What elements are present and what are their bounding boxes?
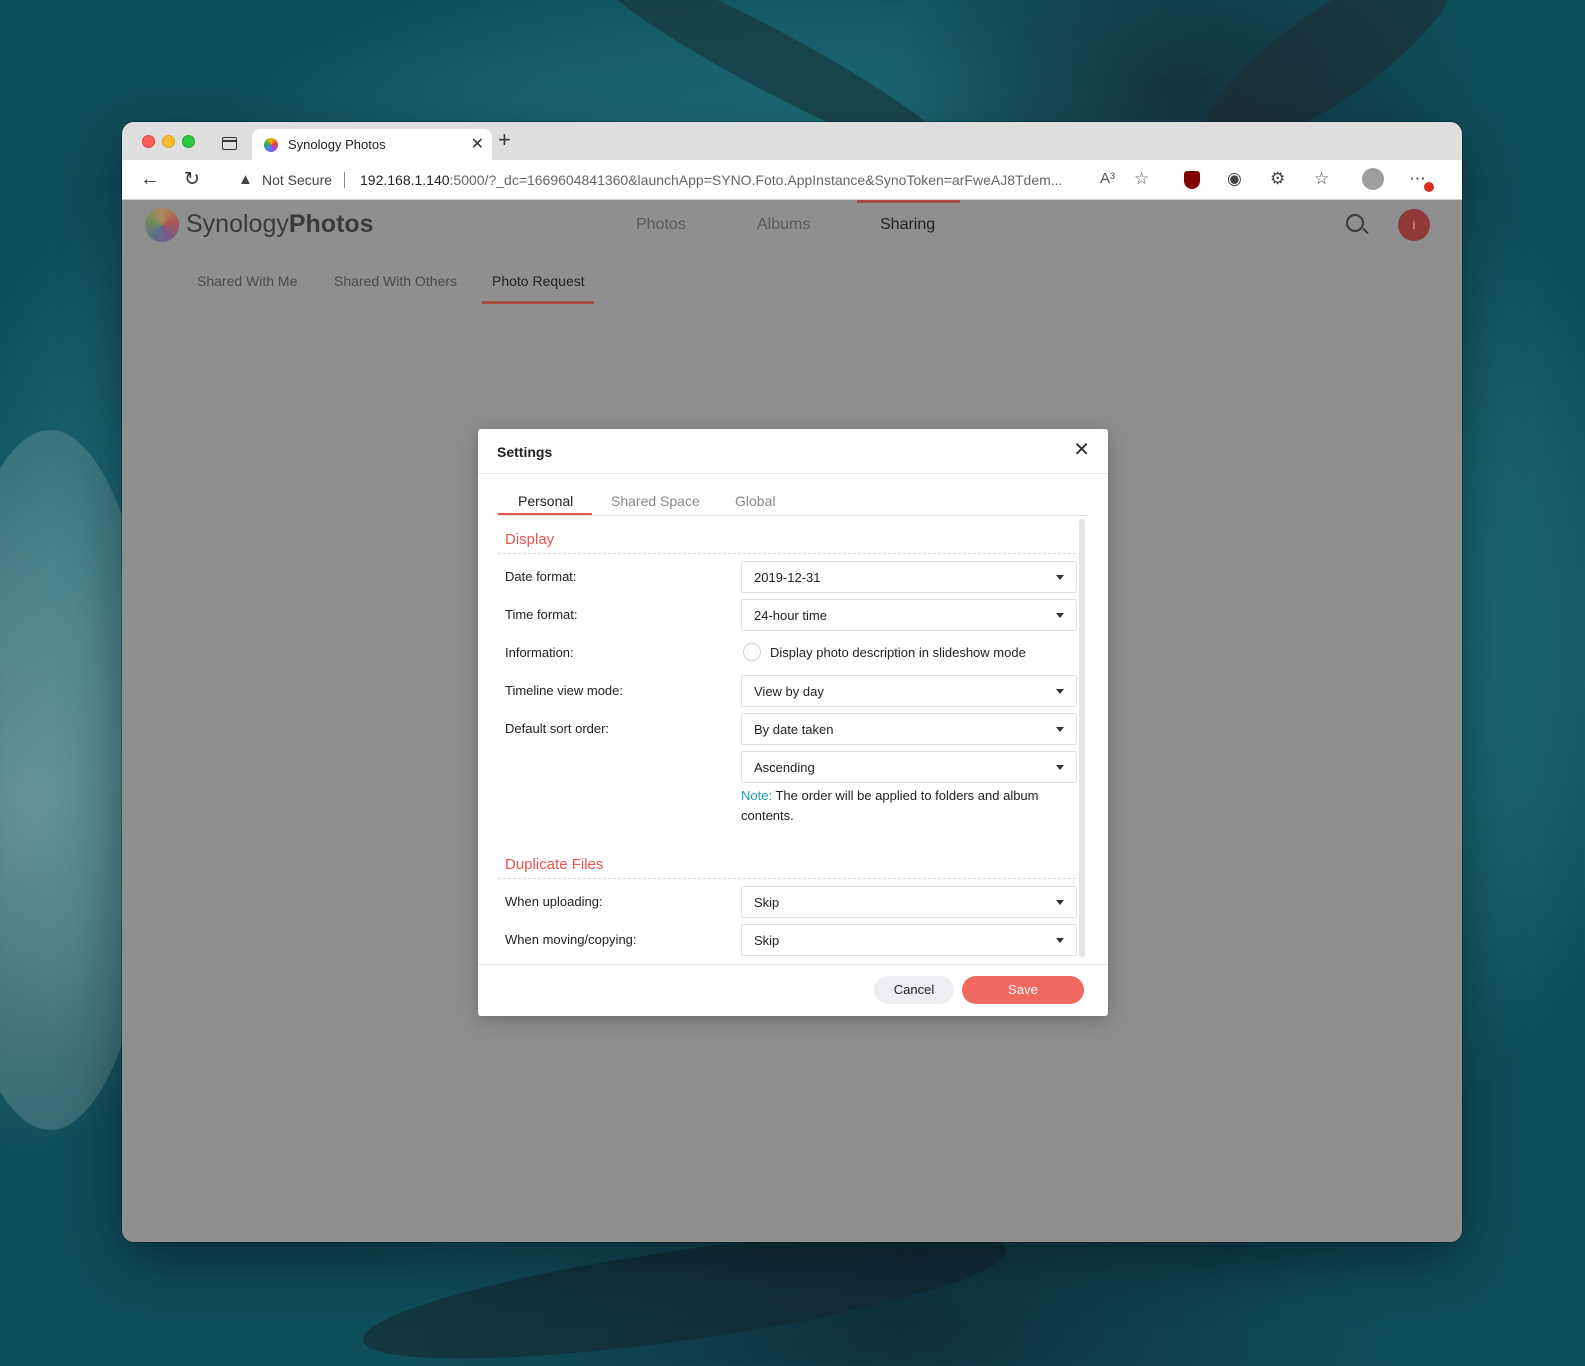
logo-text-light: Synology [186, 210, 289, 238]
time-format-value: 24-hour time [754, 608, 827, 623]
notification-badge [1424, 182, 1434, 192]
subtab-shared-with-others[interactable]: Shared With Others [334, 273, 457, 289]
avatar[interactable]: i [1398, 209, 1430, 241]
back-arrow-icon[interactable]: ← [140, 168, 160, 191]
section-title-display: Display [505, 531, 555, 548]
tab-actions-icon[interactable] [222, 137, 237, 150]
tab-global[interactable]: Global [735, 493, 775, 509]
default-sort-order-label: Default sort order: [505, 721, 610, 736]
nav-tab-albums[interactable]: Albums [757, 216, 810, 234]
time-format-select[interactable]: 24-hour time [741, 599, 1077, 631]
sort-order-note: Note: The order will be applied to folde… [741, 786, 1061, 826]
browser-tab-title: Synology Photos [288, 137, 386, 152]
when-moving-copying-label: When moving/copying: [505, 932, 637, 947]
url-host: 192.168.1.140 [360, 172, 450, 188]
app-header: SynologyPhotos Photos Albums Sharing i S… [122, 200, 1462, 310]
warning-icon: ▲ [238, 171, 253, 188]
time-format-label: Time format: [505, 607, 578, 622]
timeline-view-mode-label: Timeline view mode: [505, 683, 624, 698]
subtab-photo-request[interactable]: Photo Request [492, 273, 585, 289]
sort-direction-value: Ascending [754, 760, 815, 775]
tab-shared-space[interactable]: Shared Space [611, 493, 700, 509]
extensions-icon[interactable]: ⚙ [1270, 169, 1285, 189]
tab-strip: Synology Photos ✕ + [122, 122, 1462, 160]
section-divider [498, 553, 1076, 554]
when-moving-copying-value: Skip [754, 933, 780, 948]
tab-personal[interactable]: Personal [518, 493, 573, 509]
dialog-header-divider [478, 473, 1108, 474]
caret-down-icon [1056, 613, 1064, 618]
security-indicator[interactable]: Not Secure [262, 172, 332, 188]
sort-by-select[interactable]: By date taken [741, 713, 1077, 745]
slideshow-description-label[interactable]: Display photo description in slideshow m… [770, 645, 1026, 660]
profile-icon[interactable] [1362, 168, 1384, 190]
subtab-shared-with-me[interactable]: Shared With Me [197, 273, 297, 289]
nav-tab-sharing[interactable]: Sharing [880, 216, 935, 234]
password-manager-icon[interactable]: ◉ [1227, 169, 1242, 189]
reload-icon[interactable]: ↻ [184, 168, 200, 191]
synology-photos-favicon-icon [264, 138, 278, 152]
nav-tab-photos[interactable]: Photos [636, 216, 686, 234]
tab-bar-divider [498, 515, 1088, 516]
sort-direction-select[interactable]: Ascending [741, 751, 1077, 783]
subtab-active-indicator [482, 301, 594, 304]
dialog-scrollbar[interactable] [1079, 519, 1085, 957]
caret-down-icon [1056, 765, 1064, 770]
address-bar: ← ↻ ▲ Not Secure 192.168.1.140:5000/?_dc… [122, 160, 1462, 200]
timeline-view-mode-value: View by day [754, 684, 824, 699]
caret-down-icon [1056, 575, 1064, 580]
logo-text-bold: Photos [288, 210, 374, 238]
add-favorite-icon[interactable]: ☆ [1134, 169, 1149, 189]
dialog-title: Settings [497, 444, 553, 460]
date-format-value: 2019-12-31 [754, 570, 821, 585]
tab-active-indicator [498, 513, 592, 515]
when-uploading-label: When uploading: [505, 894, 603, 909]
when-moving-copying-select[interactable]: Skip [741, 924, 1077, 956]
url-text[interactable]: 192.168.1.140:5000/?_dc=1669604841360&la… [360, 172, 1100, 188]
close-window-button[interactable] [142, 135, 155, 148]
new-tab-button[interactable]: + [498, 128, 511, 152]
ublock-extension-icon[interactable] [1184, 171, 1200, 189]
search-icon[interactable] [1346, 214, 1364, 232]
caret-down-icon [1056, 900, 1064, 905]
caret-down-icon [1056, 689, 1064, 694]
section-divider [498, 878, 1076, 879]
caret-down-icon [1056, 938, 1064, 943]
url-separator [344, 172, 345, 188]
note-text: The order will be applied to folders and… [741, 788, 1039, 823]
sort-by-value: By date taken [754, 722, 834, 737]
when-uploading-select[interactable]: Skip [741, 886, 1077, 918]
minimize-window-button[interactable] [162, 135, 175, 148]
zoom-window-button[interactable] [182, 135, 195, 148]
cancel-button[interactable]: Cancel [874, 976, 954, 1004]
browser-tab[interactable]: Synology Photos ✕ [252, 129, 492, 160]
favorites-icon[interactable]: ☆ [1314, 169, 1329, 189]
caret-down-icon [1056, 727, 1064, 732]
app-logo-text: SynologyPhotos [186, 210, 374, 239]
section-title-duplicate-files: Duplicate Files [505, 856, 604, 873]
date-format-label: Date format: [505, 569, 577, 584]
when-uploading-value: Skip [754, 895, 780, 910]
synology-logo-icon [145, 208, 179, 242]
timeline-view-mode-select[interactable]: View by day [741, 675, 1077, 707]
close-tab-icon[interactable]: ✕ [471, 134, 484, 154]
slideshow-description-checkbox[interactable] [743, 643, 761, 661]
dialog-footer-divider [478, 964, 1108, 965]
url-path: :5000/?_dc=1669604841360&launchApp=SYNO.… [449, 172, 1063, 188]
date-format-select[interactable]: 2019-12-31 [741, 561, 1077, 593]
note-key: Note: [741, 788, 773, 803]
read-aloud-icon[interactable]: A³ [1100, 170, 1115, 187]
close-icon[interactable]: ✕ [1073, 439, 1090, 461]
settings-dialog: Settings ✕ Personal Shared Space Global … [478, 429, 1108, 1016]
save-button[interactable]: Save [962, 976, 1084, 1004]
information-label: Information: [505, 645, 574, 660]
url-field[interactable]: ▲ Not Secure 192.168.1.140:5000/?_dc=166… [222, 165, 1162, 195]
nav-active-indicator [857, 200, 960, 203]
